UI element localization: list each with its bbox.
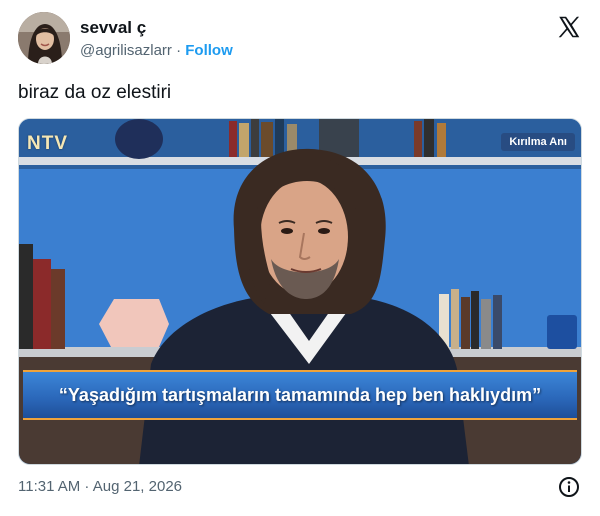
caption-bar: “Yaşadığım tartışmaların tamamında hep b…	[23, 370, 577, 420]
x-logo-graphic	[558, 16, 580, 38]
display-name[interactable]: sevval ç	[80, 18, 233, 38]
follow-button[interactable]: Follow	[185, 42, 233, 59]
info-icon[interactable]	[558, 476, 580, 498]
info-icon-graphic	[559, 477, 579, 497]
avatar[interactable]	[18, 12, 70, 64]
segment-badge: Kırılma Anı	[501, 133, 575, 151]
x-logo-icon[interactable]	[556, 14, 582, 40]
author-block: sevval ç @agrilisazlarr · Follow	[80, 18, 233, 61]
tweet-media[interactable]: NTV Kırılma Anı “Yaşadığım tartışmaların…	[18, 118, 582, 465]
channel-logo: NTV	[27, 133, 68, 154]
handle-row: @agrilisazlarr · Follow	[80, 41, 233, 61]
tweet-text: biraz da oz elestiri	[18, 82, 172, 103]
avatar-image	[18, 12, 70, 64]
separator-dot: ·	[176, 42, 182, 59]
timestamp[interactable]: 11:31 AM · Aug 21, 2026	[18, 477, 182, 497]
caption-text: “Yaşadığım tartışmaların tamamında hep b…	[58, 384, 542, 405]
user-handle[interactable]: @agrilisazlarr	[80, 42, 172, 59]
tweet-card: sevval ç @agrilisazlarr · Follow biraz d…	[0, 0, 600, 516]
